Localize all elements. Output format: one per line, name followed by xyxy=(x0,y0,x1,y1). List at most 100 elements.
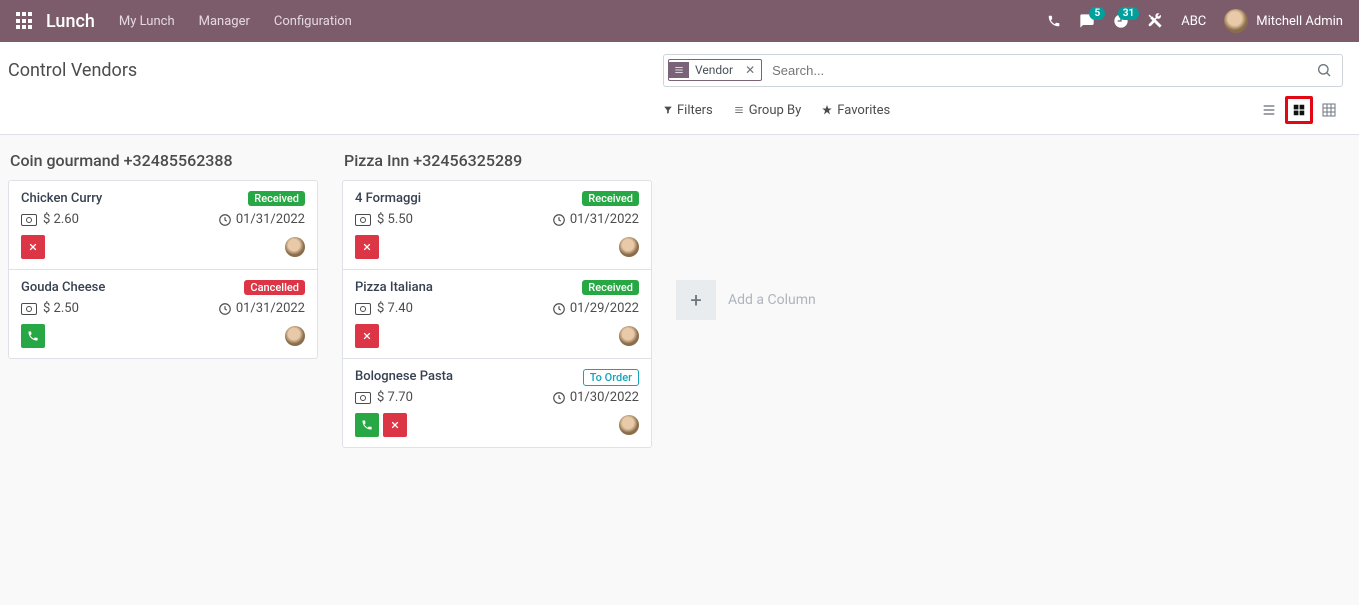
nav-link-mylunch[interactable]: My Lunch xyxy=(119,14,175,29)
nav-links: My Lunch Manager Configuration xyxy=(119,14,352,29)
card-info-row: $ 5.50 01/31/2022 xyxy=(355,212,639,227)
card-avatar[interactable] xyxy=(619,326,639,346)
card-avatar[interactable] xyxy=(619,415,639,435)
date: 01/31/2022 xyxy=(552,212,639,227)
status-badge: Received xyxy=(582,280,639,295)
date: 01/30/2022 xyxy=(552,390,639,405)
search-facet[interactable]: Vendor ✕ xyxy=(668,59,762,81)
company-name[interactable]: ABC xyxy=(1181,14,1206,29)
card-avatar[interactable] xyxy=(619,237,639,257)
add-column-label: Add a Column xyxy=(728,292,816,308)
action-buttons xyxy=(355,235,379,259)
kanban-card[interactable]: Chicken CurryReceived$ 2.6001/31/2022 xyxy=(9,181,317,270)
kanban-card[interactable]: 4 FormaggiReceived$ 5.5001/31/2022 xyxy=(343,181,651,270)
page-title: Control Vendors xyxy=(8,54,137,87)
search-icon[interactable] xyxy=(1310,62,1338,78)
kanban-card[interactable]: Pizza ItalianaReceived$ 7.4001/29/2022 xyxy=(343,270,651,359)
clock-icon xyxy=(552,213,566,227)
cancel-button[interactable] xyxy=(383,413,407,437)
date: 01/31/2022 xyxy=(218,301,305,316)
action-buttons xyxy=(21,235,45,259)
activity-icon[interactable]: 31 xyxy=(1113,13,1129,29)
filters-dropdown[interactable]: Filters xyxy=(663,103,713,118)
card-avatar[interactable] xyxy=(285,326,305,346)
date-value: 01/31/2022 xyxy=(570,212,639,227)
nav-link-configuration[interactable]: Configuration xyxy=(274,14,352,29)
clock-icon xyxy=(552,302,566,316)
status-badge: Cancelled xyxy=(244,280,305,295)
phone-icon[interactable] xyxy=(1047,14,1061,28)
date: 01/31/2022 xyxy=(218,212,305,227)
date-value: 01/31/2022 xyxy=(236,212,305,227)
user-avatar xyxy=(1224,9,1248,33)
facet-label: Vendor xyxy=(689,60,739,80)
search-input[interactable] xyxy=(766,57,1310,84)
clock-icon xyxy=(218,213,232,227)
card-bottom xyxy=(355,235,639,259)
card-info-row: $ 7.70 01/30/2022 xyxy=(355,390,639,405)
price-value: $ 7.70 xyxy=(377,390,413,405)
groupby-dropdown[interactable]: Group By xyxy=(733,103,802,118)
user-menu[interactable]: Mitchell Admin xyxy=(1224,9,1343,33)
price: $ 2.50 xyxy=(21,301,79,316)
groupby-facet-icon xyxy=(669,62,689,78)
call-button[interactable] xyxy=(355,413,379,437)
money-icon xyxy=(21,214,37,226)
action-buttons xyxy=(21,324,45,348)
tools-icon[interactable] xyxy=(1147,13,1163,29)
nav-link-manager[interactable]: Manager xyxy=(199,14,250,29)
favorites-label: Favorites xyxy=(837,103,890,118)
column-title[interactable]: Coin gourmand +32485562388 xyxy=(8,151,318,170)
view-switcher xyxy=(1255,96,1343,124)
brand[interactable]: Lunch xyxy=(46,11,95,32)
apps-icon[interactable] xyxy=(16,12,34,30)
card-info-row: $ 2.60 01/31/2022 xyxy=(21,212,305,227)
kanban-column: Coin gourmand +32485562388Chicken CurryR… xyxy=(8,151,318,448)
activity-badge: 31 xyxy=(1118,7,1139,20)
call-button[interactable] xyxy=(21,324,45,348)
card-bottom xyxy=(21,324,305,348)
kanban-card[interactable]: Gouda CheeseCancelled$ 2.5001/31/2022 xyxy=(9,270,317,358)
column-title[interactable]: Pizza Inn +32456325289 xyxy=(342,151,652,170)
filters-label: Filters xyxy=(677,103,713,118)
add-column[interactable]: + Add a Column xyxy=(676,151,986,448)
groupby-label: Group By xyxy=(749,103,802,118)
price-value: $ 2.60 xyxy=(43,212,79,227)
favorites-dropdown[interactable]: Favorites xyxy=(821,103,890,118)
price: $ 2.60 xyxy=(21,212,79,227)
price-value: $ 2.50 xyxy=(43,301,79,316)
user-name-label: Mitchell Admin xyxy=(1256,14,1343,29)
clock-icon xyxy=(552,391,566,405)
date-value: 01/31/2022 xyxy=(236,301,305,316)
card-bottom xyxy=(355,324,639,348)
price: $ 7.70 xyxy=(355,390,413,405)
card-stack: 4 FormaggiReceived$ 5.5001/31/2022Pizza … xyxy=(342,180,652,448)
cancel-button[interactable] xyxy=(355,324,379,348)
messages-icon[interactable]: 5 xyxy=(1079,13,1095,29)
kanban-card[interactable]: Bolognese PastaTo Order$ 7.7001/30/2022 xyxy=(343,359,651,447)
card-bottom xyxy=(355,413,639,437)
facet-close-icon[interactable]: ✕ xyxy=(739,63,761,77)
money-icon xyxy=(355,303,371,315)
card-bottom xyxy=(21,235,305,259)
money-icon xyxy=(355,392,371,404)
date-value: 01/29/2022 xyxy=(570,301,639,316)
cancel-button[interactable] xyxy=(21,235,45,259)
kanban-board: Coin gourmand +32485562388Chicken CurryR… xyxy=(0,135,1359,464)
plus-icon[interactable]: + xyxy=(676,280,716,320)
messages-badge: 5 xyxy=(1089,7,1105,20)
card-avatar[interactable] xyxy=(285,237,305,257)
card-stack: Chicken CurryReceived$ 2.6001/31/2022Gou… xyxy=(8,180,318,359)
list-view-button[interactable] xyxy=(1255,96,1283,124)
date-value: 01/30/2022 xyxy=(570,390,639,405)
status-badge: Received xyxy=(582,191,639,206)
price: $ 5.50 xyxy=(355,212,413,227)
date: 01/29/2022 xyxy=(552,301,639,316)
navbar: Lunch My Lunch Manager Configuration 5 3… xyxy=(0,0,1359,42)
price: $ 7.40 xyxy=(355,301,413,316)
kanban-view-button[interactable] xyxy=(1285,96,1313,124)
status-badge: To Order xyxy=(583,369,639,386)
pivot-view-button[interactable] xyxy=(1315,96,1343,124)
cancel-button[interactable] xyxy=(355,235,379,259)
card-info-row: $ 2.50 01/31/2022 xyxy=(21,301,305,316)
